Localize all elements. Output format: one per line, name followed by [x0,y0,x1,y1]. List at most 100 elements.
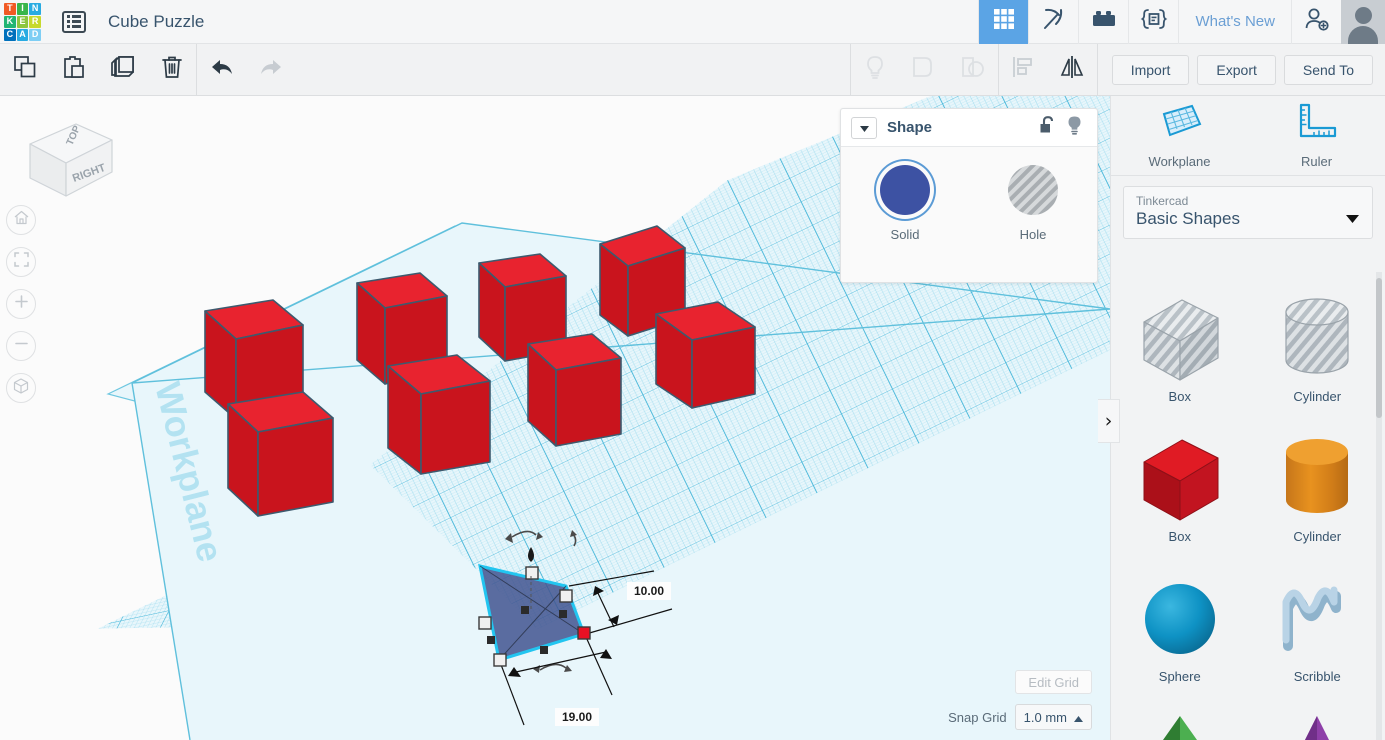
logo-tile: T [4,2,16,15]
shape-label: Box [1168,389,1191,404]
mirror-flip-icon [1058,54,1086,85]
dimension-label-width[interactable]: 10.00 [627,582,672,600]
group-button[interactable] [900,44,949,95]
invite-people-button[interactable] [1291,0,1341,44]
chevron-up-icon [1074,710,1083,725]
workplane-tool-label: Workplane [1148,154,1211,169]
shape-item-cone[interactable] [1249,706,1385,740]
logo-tile: A [16,28,29,41]
orthographic-view-button[interactable] [6,373,36,403]
cone-thumb [1272,712,1362,740]
delete-button[interactable] [147,44,196,95]
paste-button[interactable] [49,44,98,95]
page-title: Cube Puzzle [108,11,205,31]
cylinder-hole-thumb [1272,292,1362,387]
mirror-button[interactable] [1048,44,1097,95]
logo-tile: K [4,15,16,28]
edit-grid-button[interactable]: Edit Grid [1015,670,1092,694]
whats-new-link[interactable]: What's New [1178,0,1291,44]
hole-label: Hole [1019,227,1047,242]
undo-button[interactable] [197,44,246,95]
document-list-button[interactable] [58,7,90,37]
cylinder-thumb [1272,432,1362,527]
nav-gallery-button[interactable] [978,0,1029,44]
logo-tile: E [16,15,29,28]
shape-panel-header: Shape [841,109,1097,147]
library-selector-wrap: Tinkercad Basic Shapes [1111,176,1385,251]
shapes-grid: Box Cylinder Box Cylinder Sphere Scribbl… [1111,272,1385,740]
dimension-label-length[interactable]: 19.00 [555,708,600,726]
logo-tile: C [4,28,16,41]
tinkercad-logo[interactable]: T I N K E R C A D [0,0,44,44]
import-button[interactable]: Import [1111,54,1190,85]
paste-icon [61,54,87,85]
shape-hole-option[interactable]: Hole [969,165,1097,242]
logo-tile: I [16,2,29,15]
avatar[interactable] [1341,0,1385,44]
unlock-button[interactable] [1035,115,1061,141]
avatar-head-icon [1354,6,1372,24]
box-thumb [1132,432,1228,527]
library-selector[interactable]: Tinkercad Basic Shapes [1123,186,1373,239]
library-selected-value: Basic Shapes [1136,209,1240,228]
app-header: T I N K E R C A D Cube Puzzle What's New [0,0,1385,44]
shape-label: Scribble [1293,669,1341,684]
nav-brick-button[interactable] [1078,0,1128,44]
sidebar-tools: Workplane Ruler [1111,96,1385,176]
ungroup-button[interactable] [949,44,998,95]
snap-grid-row: Snap Grid 1.0 mm [948,704,1092,730]
lightbulb-icon [862,54,888,85]
avatar-body-icon [1348,25,1378,44]
pickaxe-icon [1041,6,1067,37]
ungroup-icon [959,54,987,85]
codeblocks-icon [1140,7,1168,36]
align-icon [1010,54,1036,85]
home-view-button[interactable] [6,205,36,235]
redo-button[interactable] [246,44,295,95]
logo-tile: N [29,2,41,15]
nav-codeblocks-button[interactable] [1128,0,1178,44]
snap-grid-value: 1.0 mm [1023,709,1067,725]
shape-item-box-hole[interactable]: Box [1111,286,1249,426]
copy-icon [12,54,38,85]
lightbulb-icon [1065,115,1084,141]
add-person-icon [1304,7,1330,36]
send-to-button[interactable]: Send To [1283,54,1373,85]
logo-tile: R [29,15,41,28]
workplane-tool[interactable]: Workplane [1111,96,1248,175]
home-view-icon [13,209,30,231]
shape-item-cylinder-hole[interactable]: Cylinder [1249,286,1385,426]
visibility-button[interactable] [1061,115,1087,141]
lightbulb-button[interactable] [851,44,900,95]
zoom-out-button[interactable] [6,331,36,361]
shape-item-scribble[interactable]: Scribble [1249,566,1385,706]
ruler-tool[interactable]: Ruler [1248,96,1385,175]
delete-trash-icon [159,54,185,85]
red-cube [527,333,622,447]
zoom-in-button[interactable] [6,289,36,319]
shape-solid-option[interactable]: Solid [841,165,969,242]
shape-panel-collapse-button[interactable] [851,116,877,139]
shape-item-pyramid[interactable] [1111,706,1249,740]
duplicate-icon [109,54,137,85]
shape-properties-panel: Shape Solid Hole [840,108,1098,283]
toolbar-divider [1096,44,1098,95]
collapse-panel-button[interactable]: › [1098,399,1120,443]
edit-toolbar: Import Export Send To [0,44,1385,96]
solid-swatch [880,165,930,215]
fit-to-view-button[interactable] [6,247,36,277]
snap-grid-label: Snap Grid [948,709,1007,725]
nav-pickaxe-button[interactable] [1028,0,1078,44]
grid-controls: Edit Grid Snap Grid 1.0 mm [948,670,1092,730]
snap-grid-select[interactable]: 1.0 mm [1014,704,1092,730]
align-button[interactable] [999,44,1048,95]
shape-label: Sphere [1158,669,1201,684]
shape-item-cylinder[interactable]: Cylinder [1249,426,1385,566]
export-button[interactable]: Export [1197,54,1276,85]
duplicate-button[interactable] [98,44,147,95]
copy-button[interactable] [0,44,49,95]
view-cube[interactable]: TOP RIGHT [18,114,118,211]
shape-label: Cylinder [1293,529,1342,544]
shape-item-sphere[interactable]: Sphere [1111,566,1249,706]
shape-item-box[interactable]: Box [1111,426,1249,566]
